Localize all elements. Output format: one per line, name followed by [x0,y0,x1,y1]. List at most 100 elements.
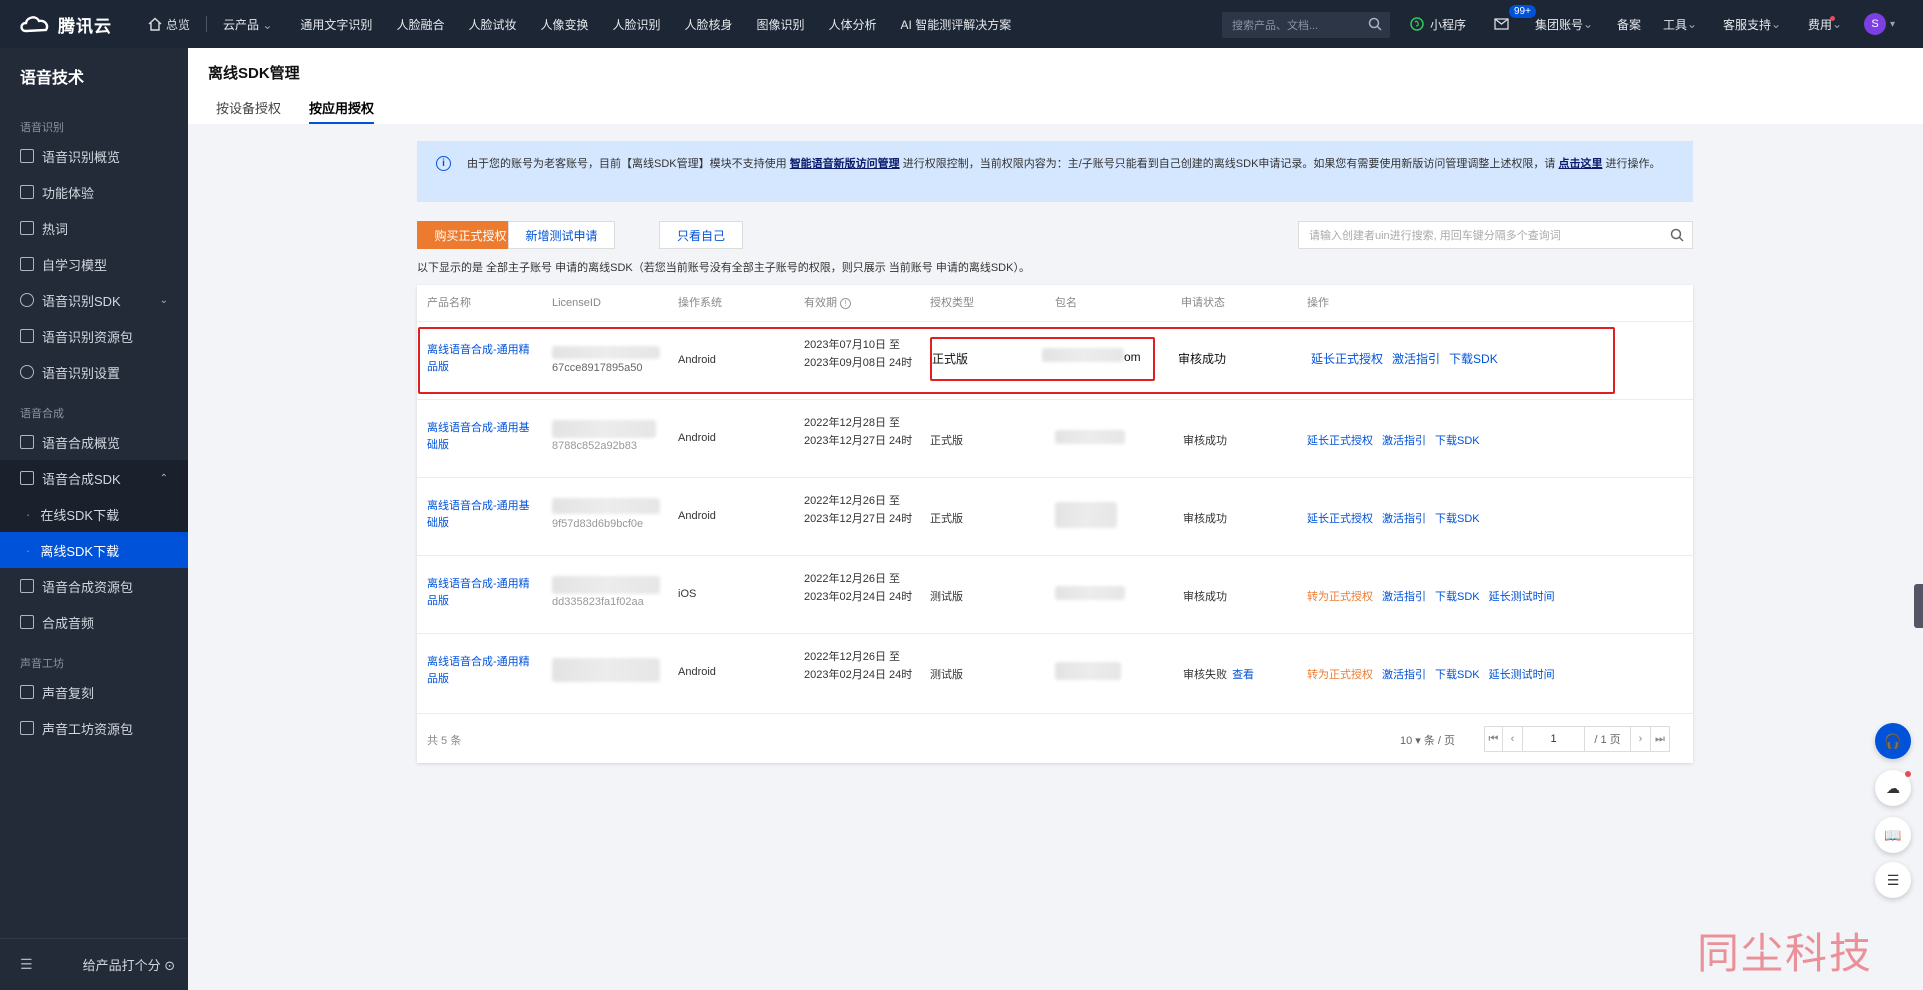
sidebar-item-voice-resource[interactable]: 声音工坊资源包 [0,710,188,746]
gear-icon [20,293,34,307]
side-drawer-handle[interactable] [1914,584,1923,628]
user-menu[interactable]: S ▾ [1864,0,1895,48]
nav-ai-evaluation[interactable]: AI 智能测评解决方案 [901,16,1012,33]
nav-image-recognition[interactable]: 图像识别 [757,16,805,33]
mini-program-label: 小程序 [1430,17,1467,32]
sidebar-item-label: 语音识别SDK [42,293,121,309]
total-count: 共 5 条 [427,735,462,747]
convert-to-formal-link[interactable]: 转为正式授权 [1307,588,1373,604]
filing-link[interactable]: 备案 [1617,0,1641,48]
page-size-select[interactable]: 10 ▾ 条 / 页 [1400,732,1455,748]
only-mine-button[interactable]: 只看自己 [659,221,743,249]
home-link[interactable]: 总览 [148,16,190,33]
global-search-input[interactable]: 搜索产品、文档... [1222,12,1390,38]
package-icon [20,579,34,593]
extend-license-link[interactable]: 延长正式授权 [1307,510,1373,526]
extend-license-link[interactable]: 延长正式授权 [1307,432,1373,448]
extend-test-link[interactable]: 延长测试时间 [1489,666,1555,682]
product-name-link[interactable]: 离线语音合成-通用精品版 [427,576,537,610]
tencent-cloud-logo-icon [20,16,49,33]
sidebar-item-asr-settings[interactable]: 语音识别设置 [0,354,188,390]
convert-to-formal-link[interactable]: 转为正式授权 [1307,666,1373,682]
view-reason-link[interactable]: 查看 [1232,669,1254,681]
sidebar-item-offline-sdk[interactable]: 离线SDK下载 [0,532,188,568]
list-menu-icon[interactable]: ☰ [1875,862,1911,898]
nav-ocr[interactable]: 通用文字识别 [300,16,372,33]
mini-program-link[interactable]: 小程序 [1410,0,1466,48]
feedback-label: 给产品打个分 [82,958,161,973]
download-sdk-link[interactable]: 下载SDK [1435,666,1480,682]
tools-menu[interactable]: 工具 [1663,0,1697,48]
sidebar-item-self-learning[interactable]: 自学习模型 [0,246,188,282]
nav-face-makeup[interactable]: 人脸试妆 [468,16,516,33]
audio-icon [20,615,34,629]
help-icon[interactable]: ! [840,298,852,309]
tab-device-auth[interactable]: 按设备授权 [216,98,281,124]
last-page-icon[interactable]: ⏭ [1651,727,1669,751]
search-icon[interactable] [1368,17,1382,31]
download-sdk-link[interactable]: 下载SDK [1435,510,1480,526]
sidebar-footer: ☰ 给产品打个分 ⊙ [0,938,188,990]
billing-dot-badge [1830,16,1835,21]
sidebar-item-hotwords[interactable]: 热词 [0,210,188,246]
page-number-input[interactable]: 1 [1523,727,1585,751]
nav-face-fusion[interactable]: 人脸融合 [396,16,444,33]
sidebar-item-voice-clone[interactable]: 声音复刻 [0,674,188,710]
activation-guide-link[interactable]: 激活指引 [1382,588,1426,604]
sidebar-item-tts-overview[interactable]: 语音合成概览 [0,424,188,460]
headset-support-icon[interactable]: 🎧 [1875,723,1911,759]
nav-face-recognition[interactable]: 人脸识别 [612,16,660,33]
notice-text: 进行权限控制，当前权限内容为：主/子账号只能看到自己创建的离线SDK申请记录。如… [902,158,1556,170]
nav-body-analysis[interactable]: 人体分析 [829,16,877,33]
sidebar-item-label: 声音复刻 [42,685,95,701]
mail-button[interactable] [1494,0,1509,48]
activation-guide-link[interactable]: 激活指引 [1382,510,1426,526]
sidebar-item-online-sdk[interactable]: 在线SDK下载 [0,496,188,532]
cloud-products-menu[interactable]: 云产品 [223,16,272,33]
new-test-request-button[interactable]: 新增测试申请 [508,221,615,249]
support-menu[interactable]: 客服支持 [1723,0,1781,48]
sidebar-item-asr-sdk[interactable]: 语音识别SDK ⌄ [0,282,188,318]
prev-page-icon[interactable]: ‹ [1503,727,1523,751]
sidebar-item-demo[interactable]: 功能体验 [0,174,188,210]
click-here-link[interactable]: 点击这里 [1558,158,1602,170]
account-menu[interactable]: 集团账号 [1535,0,1593,48]
tab-app-auth[interactable]: 按应用授权 [309,98,375,124]
sidebar-group-tts: 语音合成 [20,408,64,420]
sidebar-item-audio[interactable]: 合成音频 [0,604,188,640]
extend-test-link[interactable]: 延长测试时间 [1489,588,1555,604]
sidebar-item-asr-overview[interactable]: 语音识别概览 [0,138,188,174]
notice-text: 进行操作。 [1605,158,1661,170]
download-sdk-link[interactable]: 下载SDK [1435,432,1480,448]
product-name-link[interactable]: 离线语音合成-通用基础版 [427,420,537,454]
download-sdk-link[interactable]: 下载SDK [1435,588,1480,604]
next-page-icon[interactable]: › [1631,727,1651,751]
product-name-link[interactable]: 离线语音合成-通用精品版 [427,654,537,688]
nav-face-verification[interactable]: 人脸核身 [685,16,733,33]
apps-icon [20,185,34,199]
billing-menu[interactable]: 费用 [1808,0,1842,48]
sidebar-item-label: 在线SDK下载 [40,507,120,523]
sidebar-title: 语音技术 [20,70,85,87]
brand-logo[interactable]: 腾讯云 [18,12,118,37]
product-name-link[interactable]: 离线语音合成-通用基础版 [427,498,537,532]
list-description: 以下显示的是 全部主子账号 申请的离线SDK（若您当前账号没有全部主子账号的权限… [417,262,1030,274]
os-value: Android [678,510,716,522]
os-value: Android [678,432,716,444]
chevron-up-icon: ⌃ [159,472,168,484]
activation-guide-link[interactable]: 激活指引 [1382,666,1426,682]
sidebar-item-tts-resource[interactable]: 语音合成资源包 [0,568,188,604]
collapse-sidebar-icon[interactable]: ☰ [20,956,33,973]
new-access-mgmt-link[interactable]: 智能语音新版访问管理 [790,158,900,170]
first-page-icon[interactable]: ⏮ [1485,727,1503,751]
row-actions: 转为正式授权 激活指引 下载SDK 延长测试时间 [1307,666,1564,682]
sidebar-item-tts-sdk[interactable]: 语音合成SDK ⌃ [0,460,188,496]
search-icon[interactable] [1670,228,1684,242]
activation-guide-link[interactable]: 激活指引 [1382,432,1426,448]
notification-dot [1905,771,1911,777]
sidebar-item-asr-resource[interactable]: 语音识别资源包 [0,318,188,354]
creator-search-input[interactable]: 请输入创建者uin进行搜索, 用回车键分隔多个查询词 [1298,221,1693,249]
book-docs-icon[interactable]: 📖 [1875,817,1911,853]
feedback-link[interactable]: 给产品打个分 ⊙ [83,955,176,974]
nav-portrait-transform[interactable]: 人像变换 [540,16,588,33]
